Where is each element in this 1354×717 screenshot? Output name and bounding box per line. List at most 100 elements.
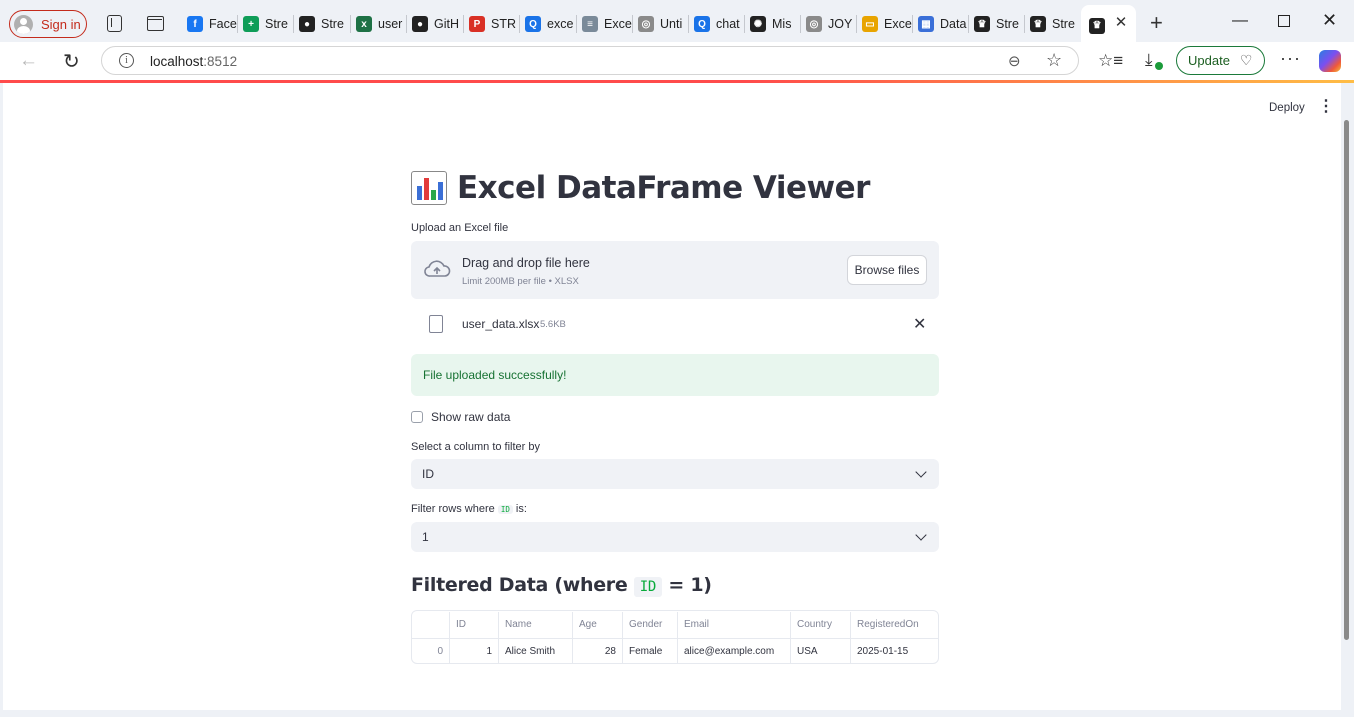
table-header-cell[interactable]: Gender: [623, 612, 678, 638]
table-header-cell[interactable]: [412, 612, 450, 638]
browser-tab[interactable]: ◎ Unti: [634, 10, 688, 38]
close-window-icon[interactable]: ✕: [1322, 10, 1337, 31]
folder-icon: ▭: [862, 16, 878, 32]
tab-title: Stre: [996, 17, 1019, 31]
update-button[interactable]: Update ♡: [1176, 46, 1265, 75]
globe-icon: ◎: [806, 16, 822, 32]
table-row[interactable]: 0 1 Alice Smith 28 Female alice@example.com US…: [412, 638, 938, 663]
reload-icon[interactable]: ↻: [63, 49, 80, 74]
remove-file-icon[interactable]: ✕: [913, 314, 926, 334]
upload-label: Upload an Excel file: [411, 222, 509, 234]
zoom-out-icon[interactable]: ⊖: [1008, 52, 1021, 70]
file-icon: [429, 315, 443, 333]
site-info-icon[interactable]: i: [119, 53, 134, 68]
more-options-icon[interactable]: ···: [1280, 48, 1301, 69]
value-select[interactable]: 1: [411, 522, 939, 552]
url-port: :8512: [203, 54, 238, 69]
browser-tab[interactable]: ▭ Exce: [858, 10, 912, 38]
browser-tab[interactable]: x user: [352, 10, 406, 38]
tab-actions-icon[interactable]: [146, 14, 164, 32]
browser-tab[interactable]: Qexce: [521, 10, 575, 38]
dataframe-table[interactable]: ID Name Age Gender Email Country RegisteredOn …: [411, 610, 939, 664]
uploaded-file-name: user_data.xlsx: [462, 317, 540, 331]
data-icon: ▦: [918, 16, 934, 32]
table-cell[interactable]: 28: [573, 639, 623, 663]
tab-title: JOY: [828, 17, 853, 31]
table-header-row: ID Name Age Gender Email Country RegisteredOn: [412, 612, 938, 638]
browser-toolbar: ← ↻ i localhost:8512 ⊖ ☆ ☆≡ ⤓ Update ♡ ·…: [0, 42, 1354, 80]
streamlit-icon: ♛: [1089, 17, 1105, 34]
tab-title: Exce: [884, 17, 912, 31]
tab-title: Face: [209, 17, 237, 31]
table-header-cell[interactable]: ID: [450, 612, 499, 638]
tab-separator: [350, 15, 351, 33]
favorite-star-icon[interactable]: ☆: [1046, 50, 1062, 71]
tab-title: STR: [491, 17, 516, 31]
tab-separator: [463, 15, 464, 33]
table-cell[interactable]: Alice Smith: [499, 639, 573, 663]
table-cell[interactable]: 1: [450, 639, 499, 663]
table-header-cell[interactable]: Name: [499, 612, 573, 638]
table-header-cell[interactable]: RegisteredOn: [851, 612, 938, 638]
streamlit-icon: ♛: [974, 16, 990, 32]
tab-separator: [576, 15, 577, 33]
tab-title: exce: [547, 17, 574, 31]
sign-in-button[interactable]: Sign in: [9, 10, 87, 38]
table-header-cell[interactable]: Country: [791, 612, 851, 638]
browser-tab[interactable]: ◎ JOY: [802, 10, 856, 38]
table-cell[interactable]: alice@example.com: [678, 639, 791, 663]
tab-title: Mis: [772, 17, 792, 31]
table-cell[interactable]: 2025-01-15: [851, 639, 938, 663]
facebook-icon: f: [187, 16, 203, 32]
downloads-icon[interactable]: ⤓: [1145, 50, 1163, 70]
dropzone-text: Drag and drop file here: [462, 256, 590, 270]
table-cell[interactable]: Female: [623, 639, 678, 663]
browser-tab[interactable]: ● GitH: [408, 10, 462, 38]
browser-tab[interactable]: f Face: [183, 10, 237, 38]
address-bar[interactable]: i localhost:8512 ⊖ ☆: [101, 46, 1079, 75]
show-raw-data-checkbox[interactable]: [411, 411, 423, 423]
copilot-icon[interactable]: [1319, 50, 1341, 72]
workspaces-icon[interactable]: [105, 14, 123, 32]
tab-separator: [800, 15, 801, 33]
back-arrow-icon[interactable]: ←: [19, 50, 38, 72]
filter-label-prefix: Filter rows where: [411, 503, 495, 515]
favorites-icon[interactable]: ☆≡: [1098, 51, 1123, 71]
url-text[interactable]: localhost:8512: [150, 54, 237, 69]
table-cell[interactable]: 0: [412, 639, 450, 663]
main-menu-icon[interactable]: ⋮: [1318, 99, 1334, 115]
browser-tab[interactable]: + Stre: [239, 10, 293, 38]
browser-tab[interactable]: ♛ Stre: [970, 10, 1024, 38]
browser-tab[interactable]: ● Stre: [295, 10, 349, 38]
deploy-button[interactable]: Deploy: [1269, 102, 1305, 114]
tab-title: Stre: [1052, 17, 1075, 31]
minimize-icon[interactable]: —: [1232, 12, 1248, 30]
browser-tab[interactable]: ▦ Data: [914, 10, 968, 38]
browser-tab[interactable]: Qchat: [690, 10, 744, 38]
column-select[interactable]: ID: [411, 459, 939, 489]
browser-tab[interactable]: ♛ Stre: [1026, 10, 1080, 38]
openai-icon: ✺: [750, 16, 766, 32]
close-tab-icon[interactable]: ✕: [1113, 15, 1129, 31]
update-label: Update: [1188, 53, 1230, 68]
browser-tab-bar: Sign in f Face + Stre ● Stre x user ● GitH P STR Qex…: [0, 0, 1354, 46]
new-tab-icon[interactable]: +: [1150, 12, 1163, 34]
table-header-cell[interactable]: Age: [573, 612, 623, 638]
file-dropzone[interactable]: Drag and drop file here Limit 200MB per …: [411, 241, 939, 299]
table-cell[interactable]: USA: [791, 639, 851, 663]
tab-separator: [293, 15, 294, 33]
browser-tab[interactable]: ✺ Mis: [746, 10, 800, 38]
browse-files-button[interactable]: Browse files: [847, 255, 927, 285]
tab-title: user: [378, 17, 403, 31]
browser-tab[interactable]: ≡ Exce: [578, 10, 632, 38]
show-raw-data-label[interactable]: Show raw data: [431, 410, 510, 424]
page-scrollbar[interactable]: [1344, 120, 1349, 640]
github-icon: ●: [299, 16, 315, 32]
streamlit-icon: ♛: [1030, 16, 1046, 32]
table-header-cell[interactable]: Email: [678, 612, 791, 638]
maximize-icon[interactable]: [1278, 15, 1290, 27]
browser-tab[interactable]: P STR: [465, 10, 519, 38]
filter-label-suffix: is:: [515, 503, 527, 515]
success-message: File uploaded successfully!: [423, 368, 567, 382]
filtered-title-prefix: Filtered Data (where: [411, 574, 628, 596]
